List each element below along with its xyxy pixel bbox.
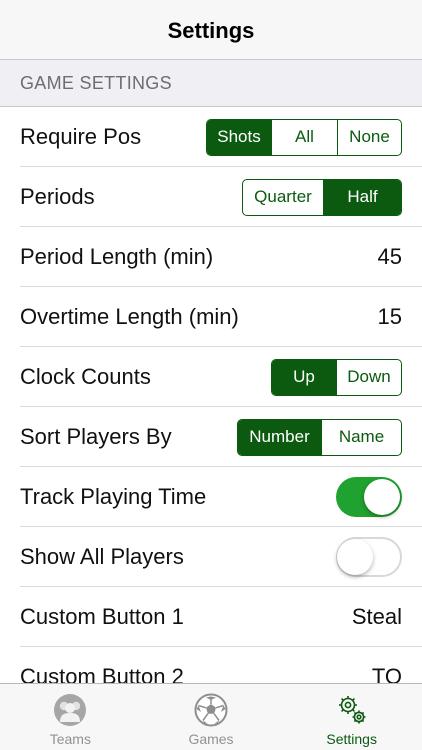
period-length-label: Period Length (min) [20, 244, 214, 269]
sort-players-option-name[interactable]: Name [321, 419, 401, 455]
overtime-length-label: Overtime Length (min) [20, 304, 239, 329]
teams-icon [54, 694, 87, 726]
tab-settings-label: Settings [326, 731, 377, 747]
tab-teams[interactable]: Teams [0, 684, 141, 750]
settings-list: Require Pos Shots All None Periods Quart… [0, 107, 422, 707]
custom-button-1-label: Custom Button 1 [20, 604, 184, 629]
section-header-game-settings: GAME SETTINGS [0, 61, 422, 107]
row-show-all-players: Show All Players [0, 527, 422, 587]
show-all-players-toggle[interactable] [336, 537, 402, 577]
row-overtime-length[interactable]: Overtime Length (min) 15 [0, 287, 422, 347]
periods-option-quarter[interactable]: Quarter [243, 180, 323, 215]
periods-option-half[interactable]: Half [323, 179, 401, 215]
toggle-knob [364, 479, 400, 515]
sort-players-option-number[interactable]: Number [238, 419, 321, 455]
navigation-bar: Settings [0, 0, 422, 60]
clock-counts-option-down[interactable]: Down [336, 359, 401, 395]
row-periods: Periods Quarter Half [0, 167, 422, 227]
row-custom-button-1[interactable]: Custom Button 1 Steal [0, 587, 422, 647]
soccer-ball-icon [194, 693, 228, 727]
clock-counts-label: Clock Counts [20, 364, 151, 389]
row-track-playing-time: Track Playing Time [0, 467, 422, 527]
sort-players-segmented-control: Number Name [237, 418, 402, 456]
gears-icon [338, 696, 366, 724]
require-pos-label: Require Pos [20, 124, 142, 149]
require-pos-option-none[interactable]: None [337, 119, 401, 155]
show-all-players-label: Show All Players [20, 544, 184, 569]
page-title: Settings [167, 17, 255, 43]
custom-button-1-value: Steal [351, 604, 402, 629]
tab-settings[interactable]: Settings [281, 684, 422, 750]
track-playing-time-label: Track Playing Time [20, 484, 207, 509]
row-require-pos: Require Pos Shots All None [0, 107, 422, 167]
require-pos-option-all[interactable]: All [271, 119, 337, 155]
clock-counts-segmented-control: Up Down [271, 358, 402, 396]
require-pos-segmented-control: Shots All None [206, 118, 402, 156]
tab-bar: Teams Games Settings [0, 683, 422, 750]
periods-label: Periods [20, 184, 95, 209]
track-playing-time-toggle[interactable] [336, 477, 402, 517]
period-length-value: 45 [377, 244, 402, 269]
clock-counts-option-up[interactable]: Up [272, 359, 336, 395]
require-pos-option-shots[interactable]: Shots [207, 119, 271, 155]
tab-games-label: Games [188, 731, 234, 747]
overtime-length-value: 15 [377, 304, 402, 329]
row-period-length[interactable]: Period Length (min) 45 [0, 227, 422, 287]
tab-teams-label: Teams [49, 731, 91, 747]
tab-games[interactable]: Games [141, 684, 282, 750]
periods-segmented-control: Quarter Half [242, 178, 402, 216]
row-clock-counts: Clock Counts Up Down [0, 347, 422, 407]
toggle-knob [337, 539, 373, 575]
sort-players-label: Sort Players By [20, 424, 172, 449]
row-sort-players-by: Sort Players By Number Name [0, 407, 422, 467]
